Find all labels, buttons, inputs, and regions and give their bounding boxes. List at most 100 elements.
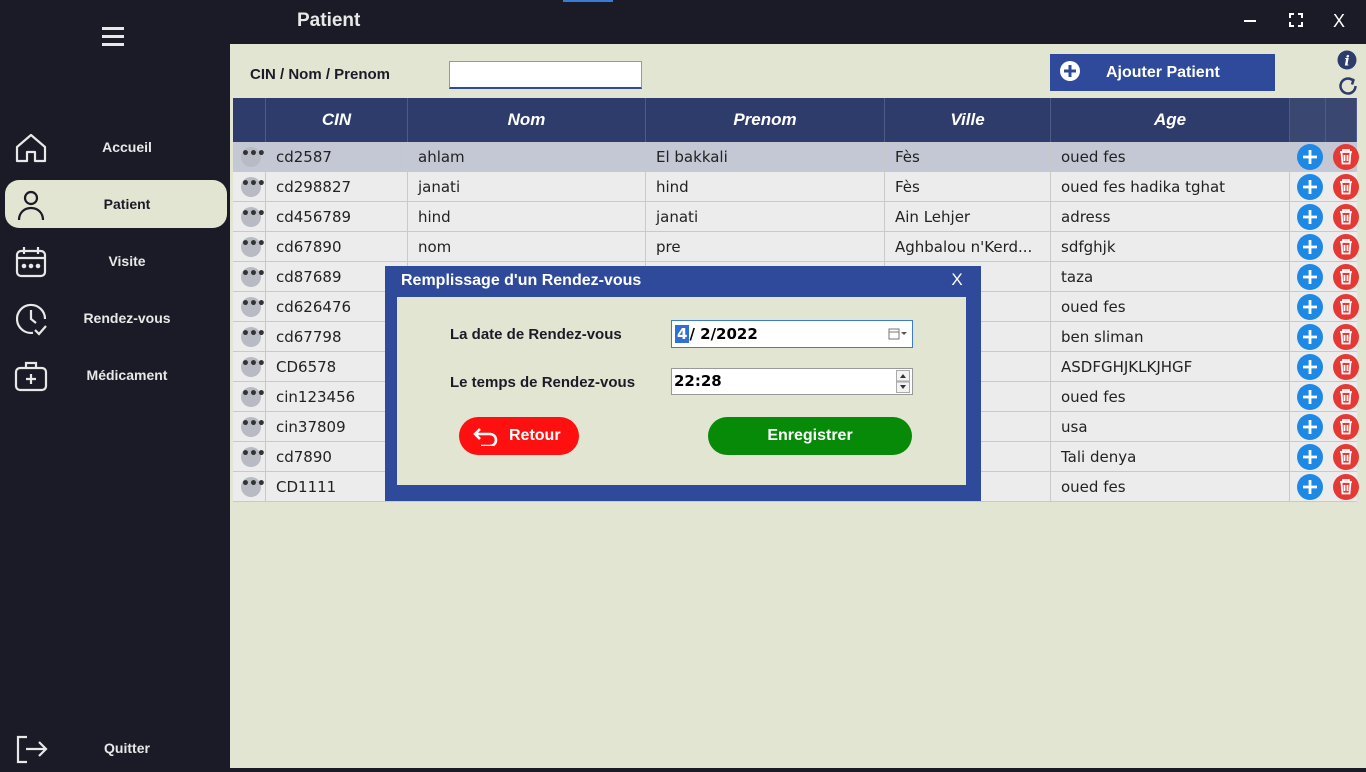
info-icon[interactable]: i — [1337, 50, 1357, 70]
add-appointment-icon[interactable] — [1297, 324, 1323, 350]
back-button-label: Retour — [509, 427, 561, 444]
cell-prenom[interactable]: janati — [646, 202, 885, 232]
time-input[interactable]: 22:28 — [671, 368, 913, 395]
cell-prenom[interactable]: pre — [646, 232, 885, 262]
sidebar-item-accueil[interactable]: Accueil — [5, 123, 227, 171]
more-options-icon[interactable]: ••• — [241, 327, 265, 347]
trash-icon[interactable] — [1333, 294, 1359, 320]
column-header-prenom[interactable]: Prenom — [646, 98, 885, 142]
column-header-age[interactable]: Age — [1051, 98, 1290, 142]
minimize-button[interactable] — [1235, 8, 1265, 34]
column-header-cin[interactable]: CIN — [266, 98, 408, 142]
calendar-dropdown-icon[interactable] — [888, 327, 908, 341]
cell-nom[interactable]: hind — [408, 202, 646, 232]
sidebar-item-visite[interactable]: Visite — [5, 237, 227, 285]
more-options-icon[interactable]: ••• — [241, 297, 265, 317]
cell-cin[interactable]: cd67890 — [266, 232, 408, 262]
cell-age[interactable]: oued fes hadika tghat — [1051, 172, 1290, 202]
cell-age[interactable]: sdfghjk — [1051, 232, 1290, 262]
add-appointment-icon[interactable] — [1297, 354, 1323, 380]
sidebar-item-patient[interactable]: Patient — [5, 180, 227, 228]
dialog-close-button[interactable]: X — [947, 270, 967, 292]
cell-cin[interactable]: cd2587 — [266, 142, 408, 172]
sidebar-item-rendez-vous[interactable]: Rendez-vous — [5, 294, 227, 342]
cell-age[interactable]: oued fes — [1051, 472, 1290, 502]
column-header-ville[interactable]: Ville — [885, 98, 1051, 142]
trash-icon[interactable] — [1333, 444, 1359, 470]
cell-age[interactable]: oued fes — [1051, 292, 1290, 322]
more-options-icon[interactable]: ••• — [241, 207, 265, 227]
trash-icon[interactable] — [1333, 414, 1359, 440]
more-options-icon[interactable]: ••• — [241, 267, 265, 287]
save-button[interactable]: Enregistrer — [708, 417, 912, 455]
cell-age[interactable]: adress — [1051, 202, 1290, 232]
trash-icon[interactable] — [1333, 174, 1359, 200]
cell-ville[interactable]: Fès — [885, 172, 1051, 202]
add-appointment-icon[interactable] — [1297, 384, 1323, 410]
quit-button[interactable]: Quitter — [5, 724, 227, 772]
cell-age[interactable]: oued fes — [1051, 142, 1290, 172]
refresh-icon[interactable] — [1337, 75, 1359, 97]
cell-age[interactable]: taza — [1051, 262, 1290, 292]
add-appointment-icon[interactable] — [1297, 204, 1323, 230]
more-options-icon[interactable]: ••• — [241, 147, 265, 167]
trash-icon[interactable] — [1333, 324, 1359, 350]
trash-icon[interactable] — [1333, 234, 1359, 260]
row-menu-cell: ••• — [233, 232, 266, 262]
cell-age[interactable]: usa — [1051, 412, 1290, 442]
cell-prenom[interactable]: hind — [646, 172, 885, 202]
trash-icon[interactable] — [1333, 264, 1359, 290]
trash-icon[interactable] — [1333, 354, 1359, 380]
close-window-button[interactable]: X — [1324, 8, 1354, 34]
cell-nom[interactable]: nom — [408, 232, 646, 262]
cell-age[interactable]: Tali denya — [1051, 442, 1290, 472]
cell-prenom[interactable]: El bakkali — [646, 142, 885, 172]
cell-nom[interactable]: janati — [408, 172, 646, 202]
cell-age[interactable]: oued fes — [1051, 382, 1290, 412]
add-appointment-icon[interactable] — [1297, 234, 1323, 260]
search-label: CIN / Nom / Prenom — [250, 66, 391, 83]
column-header-nom[interactable]: Nom — [408, 98, 646, 142]
cell-age[interactable]: ASDFGHJKLKJHGF — [1051, 352, 1290, 382]
table-row[interactable]: ••• cd298827 janati hind Fès oued fes hadika … — [233, 172, 1359, 202]
date-picker[interactable]: 4/ 2/2022 — [671, 320, 913, 348]
add-patient-button[interactable]: Ajouter Patient — [1050, 54, 1275, 91]
more-options-icon[interactable]: ••• — [241, 237, 265, 257]
more-options-icon[interactable]: ••• — [241, 357, 265, 377]
cell-ville[interactable]: Aghbalou n'Kerd... — [885, 232, 1051, 262]
more-options-icon[interactable]: ••• — [241, 417, 265, 437]
add-appointment-icon[interactable] — [1297, 144, 1323, 170]
more-options-icon[interactable]: ••• — [241, 477, 265, 497]
add-appointment-icon[interactable] — [1297, 174, 1323, 200]
cell-ville[interactable]: Ain Lehjer — [885, 202, 1051, 232]
maximize-button[interactable] — [1281, 8, 1311, 34]
cell-ville[interactable]: Fès — [885, 142, 1051, 172]
add-appointment-icon[interactable] — [1297, 414, 1323, 440]
cell-cin[interactable]: cd456789 — [266, 202, 408, 232]
cell-cin[interactable]: cd298827 — [266, 172, 408, 202]
more-options-icon[interactable]: ••• — [241, 447, 265, 467]
search-input[interactable] — [449, 61, 642, 89]
table-row[interactable]: ••• cd456789 hind janati Ain Lehjer adress — [233, 202, 1359, 232]
add-appointment-icon[interactable] — [1297, 444, 1323, 470]
dialog-body: La date de Rendez-vous 4/ 2/2022 Le temp… — [397, 297, 966, 485]
time-spinner-icon[interactable] — [896, 370, 910, 393]
more-options-icon[interactable]: ••• — [241, 387, 265, 407]
add-appointment-icon[interactable] — [1297, 474, 1323, 500]
add-appointment-icon[interactable] — [1297, 294, 1323, 320]
more-options-icon[interactable]: ••• — [241, 177, 265, 197]
page-title: Patient — [297, 10, 361, 31]
trash-icon[interactable] — [1333, 474, 1359, 500]
add-appointment-icon[interactable] — [1297, 264, 1323, 290]
row-menu-cell: ••• — [233, 352, 266, 382]
sidebar-item-medicament[interactable]: Médicament — [5, 351, 227, 399]
back-button[interactable]: Retour — [459, 417, 579, 455]
hamburger-menu-icon[interactable] — [100, 24, 128, 50]
table-row[interactable]: ••• cd67890 nom pre Aghbalou n'Kerd... sdfghj… — [233, 232, 1359, 262]
cell-age[interactable]: ben sliman — [1051, 322, 1290, 352]
trash-icon[interactable] — [1333, 204, 1359, 230]
trash-icon[interactable] — [1333, 144, 1359, 170]
trash-icon[interactable] — [1333, 384, 1359, 410]
table-row[interactable]: ••• cd2587 ahlam El bakkali Fès oued fes — [233, 142, 1359, 172]
cell-nom[interactable]: ahlam — [408, 142, 646, 172]
